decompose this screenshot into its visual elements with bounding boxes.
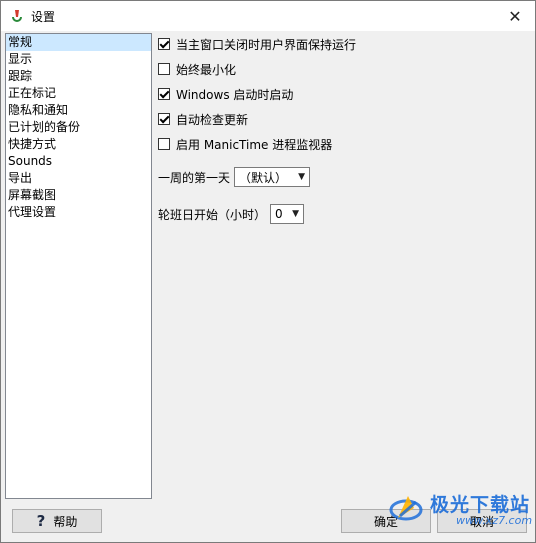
nav-item-tracking[interactable]: 跟踪	[6, 68, 151, 85]
option-label: 启用 ManicTime 进程监视器	[176, 137, 333, 152]
first-day-label: 一周的第一天	[158, 170, 231, 185]
help-button[interactable]: ? 帮助	[12, 509, 102, 533]
window-title: 设置	[31, 10, 56, 24]
nav-item-privacy-notifications[interactable]: 隐私和通知	[6, 102, 151, 119]
nav-item-tagging[interactable]: 正在标记	[6, 85, 151, 102]
option-label: 自动检查更新	[176, 112, 249, 127]
option-process-monitor[interactable]: 启用 ManicTime 进程监视器	[158, 135, 332, 153]
checkbox-start-with-windows[interactable]	[158, 88, 170, 100]
nav-item-screenshots[interactable]: 屏幕截图	[6, 187, 151, 204]
cancel-button-label: 取消	[469, 514, 494, 529]
ok-button-label: 确定	[373, 514, 398, 529]
help-button-label: 帮助	[53, 514, 78, 529]
checkbox-always-minimize[interactable]	[158, 63, 170, 75]
option-always-minimize[interactable]: 始终最小化	[158, 60, 236, 78]
question-mark-icon: ?	[36, 512, 46, 530]
close-button[interactable]: ✕	[495, 1, 535, 31]
nav-item-shortcuts[interactable]: 快捷方式	[6, 136, 151, 153]
option-label: 当主窗口关闭时用户界面保持运行	[176, 37, 357, 52]
ok-button[interactable]: 确定	[341, 509, 431, 533]
cancel-button[interactable]: 取消	[437, 509, 527, 533]
manictime-app-icon	[12, 10, 22, 22]
option-start-with-windows[interactable]: Windows 启动时启动	[158, 85, 293, 103]
first-day-select[interactable]: （默认） ▼	[234, 167, 311, 187]
nav-item-proxy-settings[interactable]: 代理设置	[6, 204, 151, 221]
checkbox-keep-ui-running[interactable]	[158, 38, 170, 50]
settings-category-list[interactable]: 常规 显示 跟踪 正在标记 隐私和通知 已计划的备份 快捷方式 Sounds 导…	[5, 33, 152, 499]
close-icon: ✕	[508, 6, 522, 26]
nav-item-general[interactable]: 常规	[6, 34, 151, 51]
option-label: Windows 启动时启动	[176, 87, 294, 102]
shift-start-value: 0	[275, 207, 283, 221]
chevron-down-icon: ▼	[292, 209, 300, 219]
chevron-down-icon: ▼	[298, 172, 306, 182]
title-bar: 设置 ✕	[1, 1, 535, 31]
option-auto-update[interactable]: 自动检查更新	[158, 110, 248, 128]
checkbox-process-monitor[interactable]	[158, 138, 170, 150]
first-day-value: （默认）	[239, 170, 288, 185]
shift-start-row: 轮班日开始（小时） 0 ▼	[158, 204, 305, 224]
nav-item-scheduled-backup[interactable]: 已计划的备份	[6, 119, 151, 136]
checkbox-auto-update[interactable]	[158, 113, 170, 125]
option-keep-ui-running[interactable]: 当主窗口关闭时用户界面保持运行	[158, 35, 356, 53]
settings-window: 设置 ✕ 常规 显示 跟踪 正在标记 隐私和通知 已计划的备份 快捷方式 Sou…	[0, 0, 536, 543]
nav-item-sounds[interactable]: Sounds	[6, 153, 151, 170]
nav-item-export[interactable]: 导出	[6, 170, 151, 187]
first-day-row: 一周的第一天 （默认） ▼	[158, 167, 311, 187]
shift-start-select[interactable]: 0 ▼	[270, 204, 305, 224]
shift-start-label: 轮班日开始（小时）	[158, 207, 267, 222]
option-label: 始终最小化	[176, 62, 237, 77]
nav-item-display[interactable]: 显示	[6, 51, 151, 68]
